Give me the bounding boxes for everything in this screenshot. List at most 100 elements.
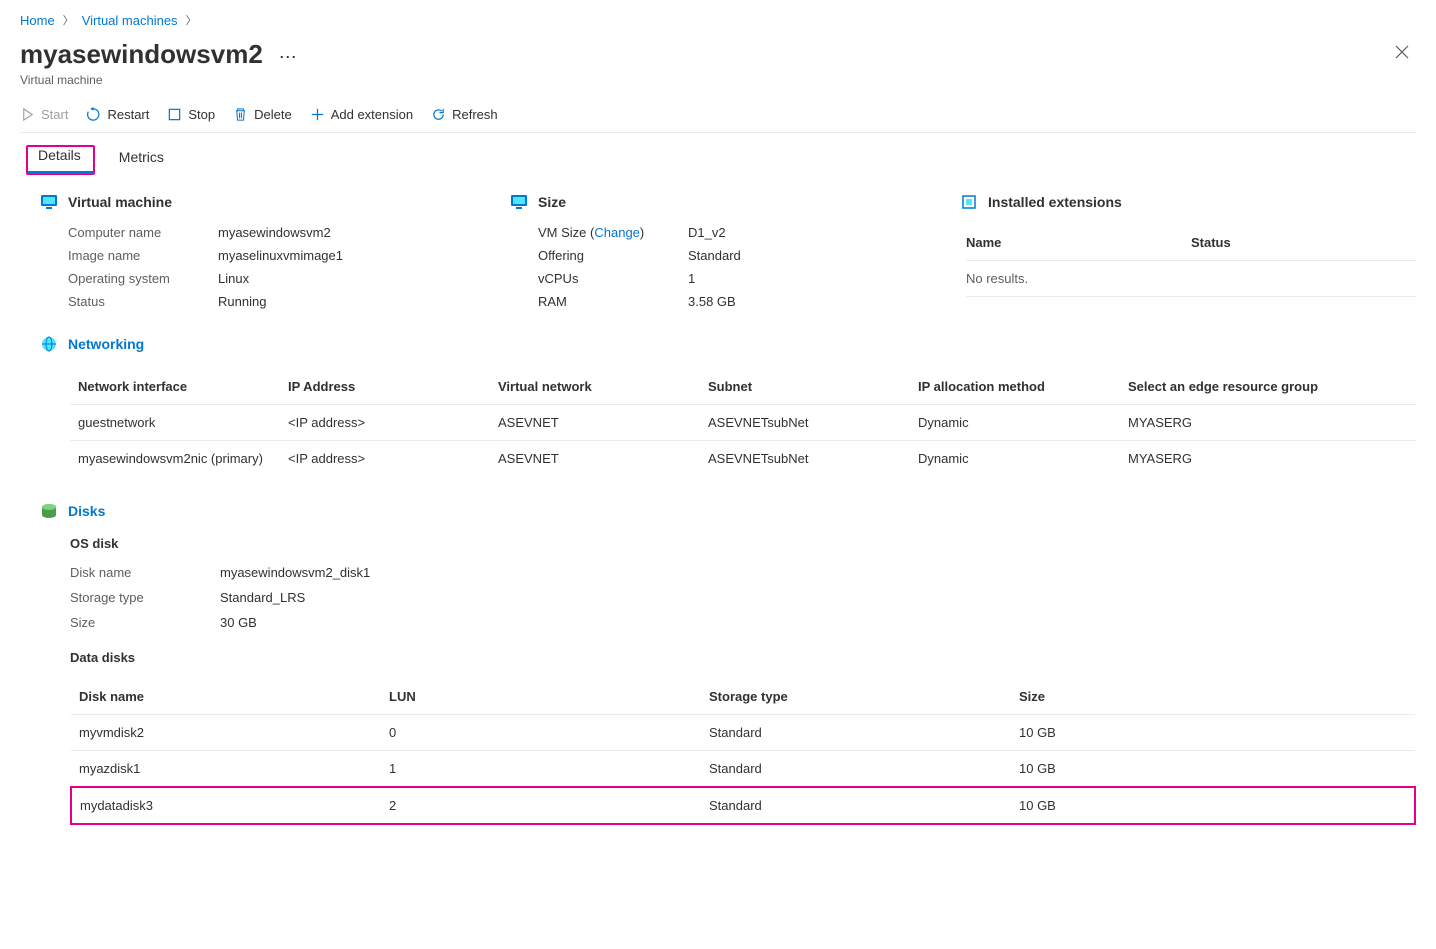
status-label: Status <box>68 294 218 309</box>
dd-type: Standard <box>701 787 1011 824</box>
stop-icon <box>167 107 182 122</box>
vm-section-title: Virtual machine <box>68 194 172 210</box>
vmsize-label: VM Size (Change) <box>538 225 688 240</box>
os-value: Linux <box>218 271 490 286</box>
start-button[interactable]: Start <box>20 107 68 122</box>
osdisk-name-label: Disk name <box>70 565 220 580</box>
dd-header-name: Disk name <box>71 679 381 715</box>
change-size-link[interactable]: Change <box>594 225 640 240</box>
computer-name-value: myasewindowsvm2 <box>218 225 490 240</box>
image-name-value: myaselinuxvmimage1 <box>218 248 490 263</box>
net-header-alloc: IP allocation method <box>910 369 1120 405</box>
networking-link[interactable]: Networking <box>68 336 144 352</box>
vcpu-value: 1 <box>688 271 940 286</box>
vmsize-value: D1_v2 <box>688 225 940 240</box>
restart-label: Restart <box>107 107 149 122</box>
osdisk-type-label: Storage type <box>70 590 220 605</box>
close-button[interactable] <box>1388 38 1416 71</box>
size-section: Size VM Size (Change) D1_v2 Offering Sta… <box>510 193 940 309</box>
data-disk-row-highlighted: mydatadisk3 2 Standard 10 GB <box>71 787 1415 824</box>
net-subnet: ASEVNETsubNet <box>700 405 910 441</box>
net-subnet: ASEVNETsubNet <box>700 441 910 477</box>
networking-icon <box>40 335 58 353</box>
vm-icon <box>40 193 58 211</box>
refresh-button[interactable]: Refresh <box>431 107 498 122</box>
play-icon <box>20 107 35 122</box>
tabs: Details Metrics <box>20 133 1416 175</box>
net-alloc: Dynamic <box>910 441 1120 477</box>
net-nic: guestnetwork <box>70 405 280 441</box>
ext-header-status: Status <box>1191 235 1416 250</box>
breadcrumb: Home 〉 Virtual machines 〉 <box>20 12 1416 28</box>
net-vnet: ASEVNET <box>490 405 700 441</box>
ram-value: 3.58 GB <box>688 294 940 309</box>
add-extension-button[interactable]: Add extension <box>310 107 413 122</box>
dd-lun: 1 <box>381 751 701 788</box>
data-disk-row: myazdisk1 1 Standard 10 GB <box>71 751 1415 788</box>
more-actions-button[interactable]: ⋯ <box>275 47 301 68</box>
chevron-right-icon: 〉 <box>186 12 197 28</box>
dd-size: 10 GB <box>1011 787 1415 824</box>
status-value: Running <box>218 294 490 309</box>
ram-label: RAM <box>538 294 688 309</box>
extension-icon <box>960 193 978 211</box>
dd-size: 10 GB <box>1011 715 1415 751</box>
dd-name: mydatadisk3 <box>71 787 381 824</box>
net-header-nic: Network interface <box>70 369 280 405</box>
stop-label: Stop <box>188 107 215 122</box>
net-alloc: Dynamic <box>910 405 1120 441</box>
offering-label: Offering <box>538 248 688 263</box>
size-section-title: Size <box>538 194 566 210</box>
vcpu-label: vCPUs <box>538 271 688 286</box>
net-row: guestnetwork <IP address> ASEVNET ASEVNE… <box>70 405 1416 441</box>
disks-icon <box>40 502 58 520</box>
start-label: Start <box>41 107 68 122</box>
page-subtitle: Virtual machine <box>20 73 1416 87</box>
dd-type: Standard <box>701 715 1011 751</box>
image-name-label: Image name <box>68 248 218 263</box>
refresh-label: Refresh <box>452 107 498 122</box>
dd-header-type: Storage type <box>701 679 1011 715</box>
breadcrumb-home[interactable]: Home <box>20 13 55 28</box>
tab-details[interactable]: Details <box>28 139 93 174</box>
net-header-ip: IP Address <box>280 369 490 405</box>
osdisk-type-value: Standard_LRS <box>220 590 1416 605</box>
networking-section: Networking Network interface IP Address … <box>20 335 1416 476</box>
disks-link[interactable]: Disks <box>68 503 105 519</box>
add-ext-label: Add extension <box>331 107 413 122</box>
net-nic: myasewindowsvm2nic (primary) <box>70 441 280 477</box>
data-disk-row: myvmdisk2 0 Standard 10 GB <box>71 715 1415 751</box>
delete-label: Delete <box>254 107 292 122</box>
osdisk-size-value: 30 GB <box>220 615 1416 630</box>
dd-header-size: Size <box>1011 679 1415 715</box>
dd-lun: 0 <box>381 715 701 751</box>
refresh-icon <box>431 107 446 122</box>
dd-name: myazdisk1 <box>71 751 381 788</box>
osdisk-name-value: myasewindowsvm2_disk1 <box>220 565 1416 580</box>
offering-value: Standard <box>688 248 940 263</box>
page-title: myasewindowsvm2 <box>20 39 263 70</box>
ext-empty-row: No results. <box>966 261 1416 297</box>
ext-header-name: Name <box>966 235 1191 250</box>
os-label: Operating system <box>68 271 218 286</box>
net-header-vnet: Virtual network <box>490 369 700 405</box>
restart-button[interactable]: Restart <box>86 107 149 122</box>
dd-type: Standard <box>701 751 1011 788</box>
computer-name-label: Computer name <box>68 225 218 240</box>
dd-lun: 2 <box>381 787 701 824</box>
breadcrumb-vms[interactable]: Virtual machines <box>82 13 178 28</box>
net-ip: <IP address> <box>280 405 490 441</box>
stop-button[interactable]: Stop <box>167 107 215 122</box>
plus-icon <box>310 107 325 122</box>
tab-metrics[interactable]: Metrics <box>115 145 168 175</box>
dd-name: myvmdisk2 <box>71 715 381 751</box>
data-disks-label: Data disks <box>70 650 1416 665</box>
close-icon <box>1394 44 1410 60</box>
osdisk-size-label: Size <box>70 615 220 630</box>
net-ip: <IP address> <box>280 441 490 477</box>
chevron-right-icon: 〉 <box>63 12 74 28</box>
net-header-subnet: Subnet <box>700 369 910 405</box>
vm-section: Virtual machine Computer name myasewindo… <box>40 193 490 309</box>
delete-button[interactable]: Delete <box>233 107 292 122</box>
net-vnet: ASEVNET <box>490 441 700 477</box>
